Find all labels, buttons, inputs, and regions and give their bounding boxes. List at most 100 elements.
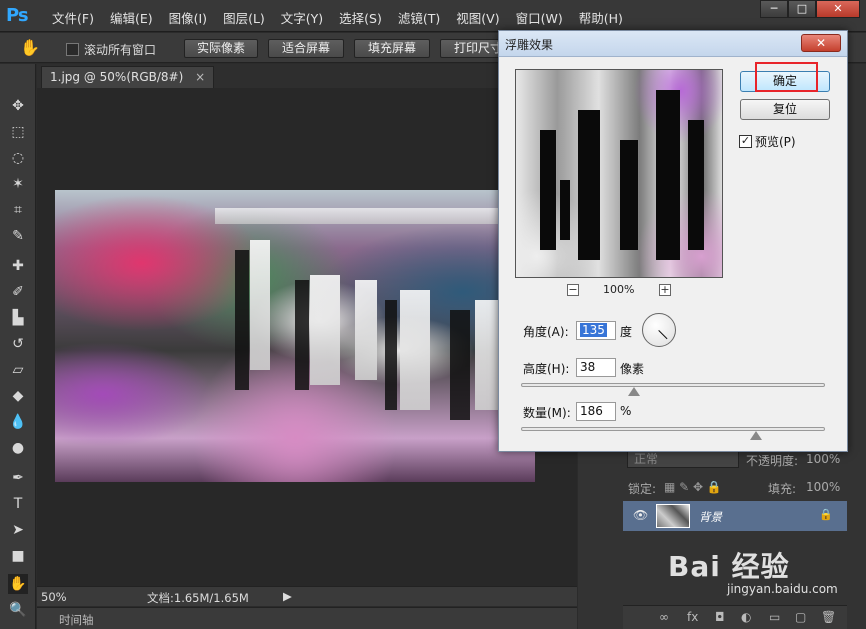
- move-tool-icon[interactable]: ✥: [8, 96, 28, 116]
- zoom-tool-icon[interactable]: 🔍: [8, 600, 28, 620]
- height-slider-track[interactable]: [521, 383, 825, 396]
- history-brush-tool-icon[interactable]: ↺: [8, 334, 28, 354]
- menu-window[interactable]: 窗口(W): [508, 8, 571, 27]
- angle-label: 角度(A):: [523, 325, 569, 339]
- close-window-button[interactable]: ✕: [816, 0, 860, 18]
- lock-label: 锁定:: [628, 482, 657, 496]
- layer-style-icon[interactable]: fx: [687, 610, 698, 624]
- pen-tool-icon[interactable]: ✒: [8, 468, 28, 488]
- ok-highlight-box: [755, 62, 818, 92]
- preview-label: 预览(P): [755, 135, 796, 149]
- marquee-tool-icon[interactable]: ⬚: [8, 122, 28, 142]
- menu-view[interactable]: 视图(V): [448, 8, 507, 27]
- lasso-tool-icon[interactable]: ◌: [8, 148, 28, 168]
- preview-checkbox[interactable]: ✓: [739, 135, 752, 148]
- type-tool-icon[interactable]: T: [8, 494, 28, 514]
- scroll-all-windows-option[interactable]: 滚动所有窗口: [66, 41, 156, 58]
- minimize-button[interactable]: ─: [760, 0, 788, 18]
- amount-label: 数量(M):: [523, 406, 571, 420]
- menu-type[interactable]: 文字(Y): [273, 8, 331, 27]
- menu-file[interactable]: 文件(F): [44, 8, 102, 27]
- reset-button[interactable]: 复位: [740, 99, 830, 120]
- dialog-body: − 100% + 确定 复位 ✓ 预览(P) 角度(A): 135 度 高度(H…: [499, 57, 847, 451]
- fill-label: 填充:: [768, 482, 797, 496]
- menu-edit[interactable]: 编辑(E): [102, 8, 161, 27]
- brush-tool-icon[interactable]: ✐: [8, 282, 28, 302]
- menu-filter[interactable]: 滤镜(T): [390, 8, 448, 27]
- window-controls: ─ □ ✕: [760, 0, 860, 18]
- angle-value: 135: [580, 323, 607, 337]
- menu-items: 文件(F) 编辑(E) 图像(I) 图层(L) 文字(Y) 选择(S) 滤镜(T…: [44, 8, 631, 27]
- angle-input[interactable]: 135: [576, 321, 616, 340]
- crop-tool-icon[interactable]: ⌗: [8, 200, 28, 220]
- dodge-tool-icon[interactable]: ●: [8, 438, 28, 458]
- eyedropper-tool-icon[interactable]: ✎: [8, 226, 28, 246]
- paint-bucket-tool-icon[interactable]: ◆: [8, 386, 28, 406]
- zoom-out-button[interactable]: −: [567, 284, 579, 296]
- maximize-button[interactable]: □: [788, 0, 816, 18]
- preview-zoom-level: 100%: [603, 283, 635, 296]
- healing-brush-tool-icon[interactable]: ✚: [8, 256, 28, 276]
- status-menu-arrow-icon[interactable]: ▶: [283, 589, 292, 603]
- angle-dial-needle: [658, 330, 668, 340]
- blend-mode-select[interactable]: 正常: [627, 450, 739, 468]
- hand-tool-selected-icon[interactable]: ✋: [8, 574, 28, 594]
- actual-pixels-button[interactable]: 实际像素: [184, 39, 258, 58]
- timeline-panel: 时间轴: [37, 607, 577, 629]
- add-mask-icon[interactable]: ◘: [715, 610, 725, 624]
- layer-name: 背景: [699, 510, 722, 524]
- lock-icon: 🔒: [819, 508, 833, 521]
- close-tab-icon[interactable]: ×: [195, 70, 205, 84]
- menu-layer[interactable]: 图层(L): [215, 8, 273, 27]
- opacity-value[interactable]: 100%: [806, 452, 840, 466]
- document-size-status: 文档:1.65M/1.65M: [147, 591, 249, 605]
- magic-wand-tool-icon[interactable]: ✶: [8, 174, 28, 194]
- rectangle-tool-icon[interactable]: ■: [8, 546, 28, 566]
- menu-bar: Ps 文件(F) 编辑(E) 图像(I) 图层(L) 文字(Y) 选择(S) 滤…: [0, 0, 866, 32]
- dialog-titlebar[interactable]: 浮雕效果 ✕: [499, 31, 847, 57]
- emboss-dialog: 浮雕效果 ✕ − 100% + 确定 复位 ✓ 预览(P) 角度(A): 135…: [498, 30, 848, 452]
- tools-panel: ✥ ⬚ ◌ ✶ ⌗ ✎ ✚ ✐ ▙ ↺ ▱ ◆ 💧 ● ✒ T ➤ ■ ✋ 🔍: [0, 64, 36, 629]
- layers-panel-footer: ∞ fx ◘ ◐ ▭ ▢ 🗑: [623, 605, 847, 629]
- document-tab[interactable]: 1.jpg @ 50%(RGB/8#) ×: [41, 66, 215, 88]
- eraser-tool-icon[interactable]: ▱: [8, 360, 28, 380]
- link-layers-icon[interactable]: ∞: [659, 610, 669, 624]
- scroll-all-checkbox[interactable]: [66, 43, 79, 56]
- blur-tool-icon[interactable]: 💧: [8, 412, 28, 432]
- filter-preview[interactable]: [515, 69, 723, 278]
- path-selection-tool-icon[interactable]: ➤: [8, 520, 28, 540]
- trash-icon[interactable]: 🗑: [821, 610, 836, 624]
- fill-screen-button[interactable]: 填充屏幕: [354, 39, 430, 58]
- dialog-close-button[interactable]: ✕: [801, 34, 841, 52]
- baidu-watermark: Bai 经验: [668, 550, 790, 583]
- new-group-icon[interactable]: ▭: [769, 610, 780, 624]
- zoom-in-button[interactable]: +: [659, 284, 671, 296]
- hand-tool-icon[interactable]: ✋: [20, 38, 40, 57]
- baidu-watermark-url: jingyan.baidu.com: [727, 582, 838, 596]
- angle-dial[interactable]: [642, 313, 676, 347]
- canvas-area[interactable]: [37, 88, 577, 586]
- amount-input[interactable]: 186: [576, 402, 616, 421]
- height-slider-thumb[interactable]: [628, 387, 641, 396]
- document-tab-title: 1.jpg @ 50%(RGB/8#): [50, 70, 184, 84]
- height-input[interactable]: 38: [576, 358, 616, 377]
- timeline-label[interactable]: 时间轴: [59, 612, 94, 628]
- menu-image[interactable]: 图像(I): [161, 8, 215, 27]
- document-tabs: 1.jpg @ 50%(RGB/8#) ×: [37, 64, 577, 88]
- lock-icons[interactable]: ▦ ✎ ✥ 🔒: [664, 480, 722, 494]
- fill-value[interactable]: 100%: [806, 480, 840, 494]
- eye-icon[interactable]: 👁: [633, 508, 648, 522]
- zoom-status[interactable]: 50%: [41, 590, 67, 604]
- amount-slider-thumb[interactable]: [750, 431, 763, 440]
- preview-option[interactable]: ✓ 预览(P): [739, 133, 796, 150]
- menu-select[interactable]: 选择(S): [331, 8, 390, 27]
- clone-stamp-tool-icon[interactable]: ▙: [8, 308, 28, 328]
- menu-help[interactable]: 帮助(H): [571, 8, 631, 27]
- fit-screen-button[interactable]: 适合屏幕: [268, 39, 344, 58]
- amount-slider-track[interactable]: [521, 427, 825, 440]
- status-bar: 50% 文档:1.65M/1.65M ▶: [37, 586, 577, 606]
- layer-row-background[interactable]: 👁 背景 🔒: [623, 501, 847, 531]
- embossed-waterfall-image: [55, 190, 535, 482]
- new-layer-icon[interactable]: ▢: [795, 610, 806, 624]
- adjustment-layer-icon[interactable]: ◐: [741, 610, 751, 624]
